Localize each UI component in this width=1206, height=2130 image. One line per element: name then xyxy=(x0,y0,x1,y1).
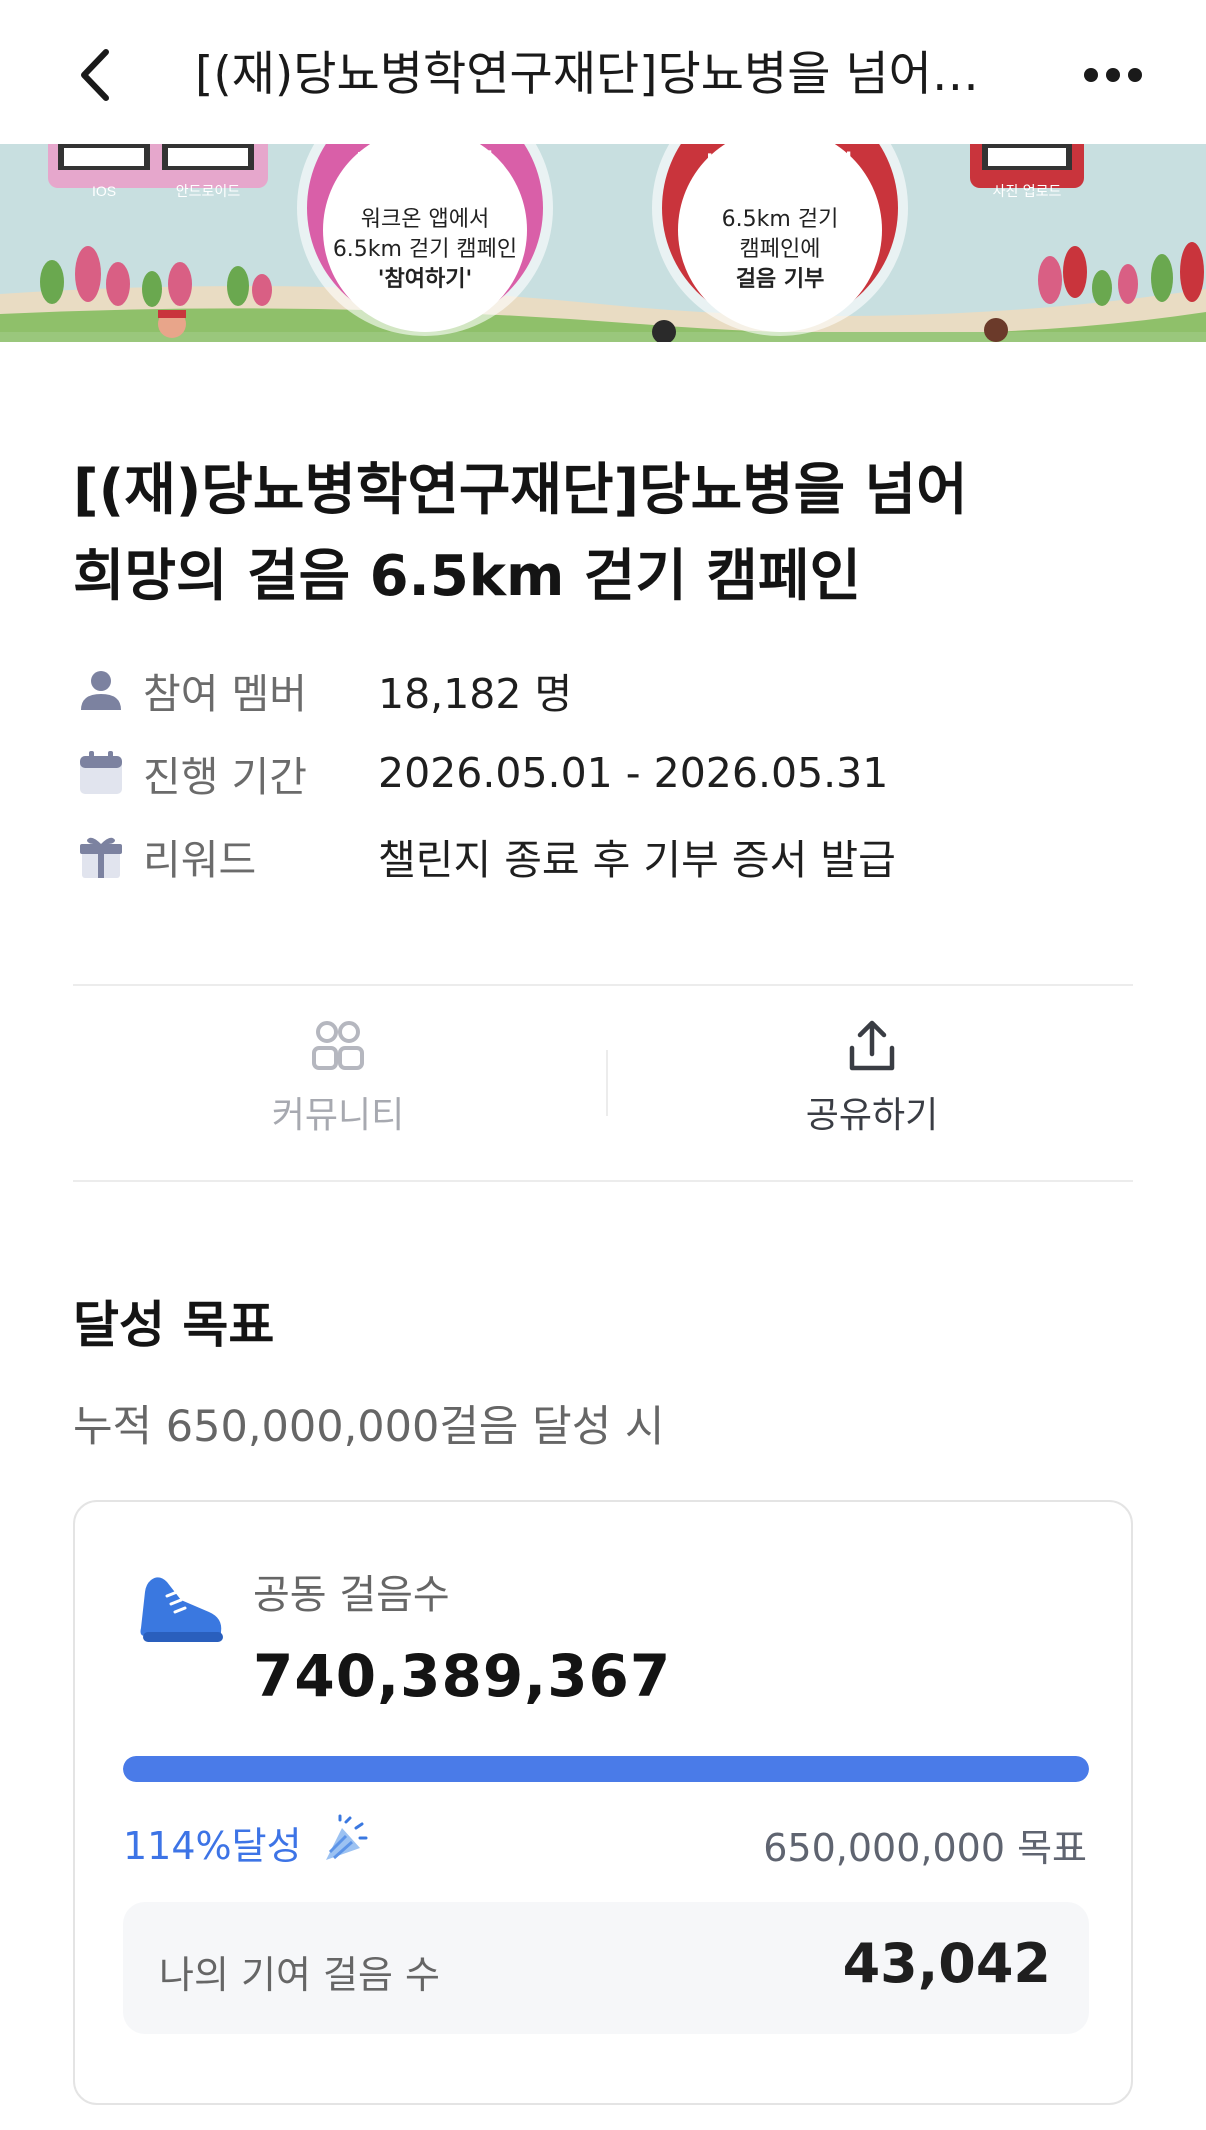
progress-bar-fill xyxy=(123,1756,1089,1782)
share-button[interactable]: 공유하기 xyxy=(672,1018,1072,1148)
collective-steps-value: 740,389,367 xyxy=(253,1642,672,1710)
shoe-icon xyxy=(140,1577,223,1642)
donate-circle-title: 내 걸음 기부 xyxy=(706,148,854,181)
goal-subtitle: 누적 650,000,000걸음 달성 시 xyxy=(73,1402,665,1452)
banner-illustration: IOS 안드로이드 캠페인 참여 워크온 앱에서 6.5km 걷기 캠페인 '참… xyxy=(0,144,1206,342)
goal-target-text: 650,000,000 목표 xyxy=(763,1826,1087,1870)
share-icon xyxy=(849,1020,895,1071)
my-contribution-value: 43,042 xyxy=(842,1932,1051,1995)
info-row-reward: 리워드 챌린지 종료 후 기부 증서 발급 xyxy=(73,821,1133,891)
reward-label: 리워드 xyxy=(143,836,257,884)
achievement-percent-text: 114%달성 xyxy=(123,1823,302,1868)
top-navigation-bar: [(재)당뇨병학연구재단]당뇨병을 넘어… xyxy=(0,0,1206,144)
party-popper-icon xyxy=(325,1814,368,1860)
campaign-title-line1: [(재)당뇨병학연구재단]당뇨병을 넘어 xyxy=(73,458,968,523)
collective-steps-label: 공동 걸음수 xyxy=(253,1572,450,1618)
donate-circle-line2: 캠페인에 xyxy=(740,237,821,262)
campaign-title: [(재)당뇨병학연구재단]당뇨병을 넘어 희망의 걸음 6.5km 걷기 캠페인 xyxy=(73,448,1133,620)
divider xyxy=(73,984,1133,986)
reward-value: 챌린지 종료 후 기부 증서 발급 xyxy=(378,836,896,884)
goal-card: 공동 걸음수 740,389,367 114%달성 650,000,000 목표… xyxy=(73,1500,1133,2105)
my-contribution-box: 나의 기여 걸음 수 43,042 xyxy=(123,1902,1089,2034)
join-circle-line3: '참여하기' xyxy=(378,267,472,292)
donate-circle-line3: 걸음 기부 xyxy=(736,267,825,292)
person-icon xyxy=(73,662,129,718)
campaign-banner: IOS 안드로이드 캠페인 참여 워크온 앱에서 6.5km 걷기 캠페인 '참… xyxy=(0,144,1206,342)
join-circle-line2: 6.5km 걷기 캠페인 xyxy=(333,237,517,262)
info-row-members: 참여 멤버 18,182 명 xyxy=(73,655,1133,725)
upload-label: 사진 업로드 xyxy=(993,184,1062,200)
action-separator xyxy=(606,1050,608,1116)
join-circle-line1: 워크온 앱에서 xyxy=(361,207,489,232)
more-button[interactable] xyxy=(1078,50,1148,100)
qr-ios-label: IOS xyxy=(92,183,116,199)
back-button[interactable] xyxy=(64,40,124,110)
my-contribution-label: 나의 기여 걸음 수 xyxy=(159,1953,440,1997)
donate-circle-line1: 6.5km 걷기 xyxy=(722,207,839,232)
share-label: 공유하기 xyxy=(805,1095,939,1136)
community-label: 커뮤니티 xyxy=(271,1095,405,1136)
divider xyxy=(73,1180,1133,1182)
campaign-title-line2: 희망의 걸음 6.5km 걷기 캠페인 xyxy=(73,544,861,609)
period-value: 2026.05.01 - 2026.05.31 xyxy=(378,749,889,797)
qr-android-label: 안드로이드 xyxy=(176,183,241,199)
goal-section-title: 달성 목표 xyxy=(73,1296,275,1354)
campaign-detail-page: [(재)당뇨병학연구재단]당뇨병을 넘어… IOS 안드로이드 캠페인 참여 워… xyxy=(0,0,1206,2130)
calendar-icon xyxy=(73,745,129,801)
members-label: 참여 멤버 xyxy=(143,670,307,718)
gift-icon xyxy=(73,828,129,884)
chevron-left-icon xyxy=(81,49,109,101)
achievement-percent: 114%달성 xyxy=(123,1814,372,1870)
progress-bar xyxy=(123,1756,1089,1782)
join-circle-title: 캠페인 참여 xyxy=(356,148,495,181)
community-button[interactable]: 커뮤니티 xyxy=(138,1018,538,1148)
community-icon xyxy=(312,1021,364,1070)
period-label: 진행 기간 xyxy=(143,753,307,801)
page-title: [(재)당뇨병학연구재단]당뇨병을 넘어… xyxy=(195,47,979,102)
more-horizontal-icon xyxy=(1084,68,1142,82)
members-value: 18,182 명 xyxy=(378,670,573,718)
info-row-period: 진행 기간 2026.05.01 - 2026.05.31 xyxy=(73,738,1133,808)
